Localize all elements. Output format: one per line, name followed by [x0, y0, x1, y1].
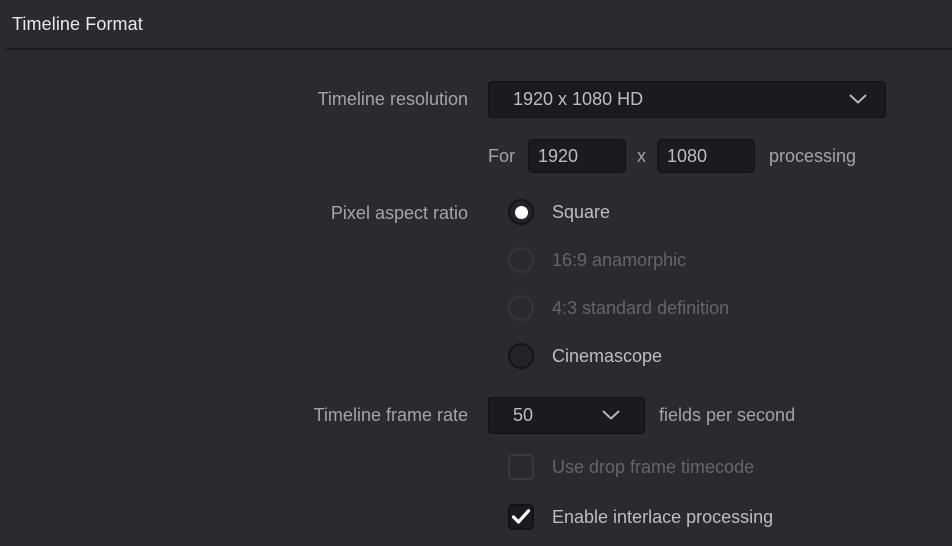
radio-option-square[interactable]: Square — [0, 195, 610, 229]
radio-anamorphic-label: 16:9 anamorphic — [552, 249, 687, 270]
radio-selected-dot — [514, 205, 528, 219]
processing-height-input[interactable] — [657, 139, 755, 173]
radio-square-label: Square — [552, 201, 611, 222]
page-title: Timeline Format — [12, 13, 143, 34]
processing-suffix-label: processing — [769, 145, 857, 166]
checkbox-unchecked-icon — [508, 454, 534, 480]
timeline-resolution-value: 1920 x 1080 HD — [513, 88, 644, 109]
radio-anamorphic-icon — [508, 247, 534, 273]
timeline-resolution-dropdown[interactable]: 1920 x 1080 HD — [488, 80, 886, 118]
timeline-resolution-label: Timeline resolution — [317, 88, 468, 109]
timeline-frame-rate-value: 50 — [513, 404, 534, 425]
checkbox-use-drop-frame-timecode: Use drop frame timecode — [0, 450, 754, 484]
radio-standard-definition-icon — [508, 295, 534, 321]
radio-option-cinemascope[interactable]: Cinemascope — [0, 339, 662, 373]
processing-width-input[interactable] — [528, 139, 626, 173]
radio-cinemascope-label: Cinemascope — [552, 345, 663, 366]
timeline-resolution-row: Timeline resolution 1920 x 1080 HD — [0, 80, 886, 118]
checkbox-enable-interlace-processing-label: Enable interlace processing — [552, 506, 774, 527]
radio-cinemascope-icon[interactable] — [508, 343, 534, 369]
panel-header: Timeline Format — [0, 0, 952, 48]
radio-standard-definition-label: 4:3 standard definition — [552, 297, 730, 318]
timeline-format-panel: Timeline Format Timeline resolution 1920… — [0, 0, 952, 546]
checkbox-checked-icon[interactable] — [508, 504, 534, 530]
radio-option-anamorphic: 16:9 anamorphic — [0, 243, 686, 277]
radio-square-icon[interactable] — [508, 199, 534, 225]
processing-size-row: For x processing — [0, 137, 856, 175]
timeline-frame-rate-dropdown[interactable]: 50 — [488, 396, 645, 434]
timeline-frame-rate-row: Timeline frame rate 50 fields per second — [0, 396, 795, 434]
timeline-frame-rate-label: Timeline frame rate — [313, 404, 468, 425]
checkbox-use-drop-frame-timecode-label: Use drop frame timecode — [552, 456, 755, 477]
processing-size-separator: x — [637, 145, 646, 166]
chevron-down-icon — [602, 409, 620, 421]
timeline-format-form: Timeline resolution 1920 x 1080 HD For x… — [0, 50, 952, 546]
chevron-down-icon — [849, 93, 867, 105]
radio-option-standard-definition: 4:3 standard definition — [0, 291, 729, 325]
processing-prefix-label: For — [488, 145, 515, 166]
timeline-frame-rate-units: fields per second — [659, 404, 796, 425]
checkbox-enable-interlace-processing[interactable]: Enable interlace processing — [0, 500, 773, 534]
